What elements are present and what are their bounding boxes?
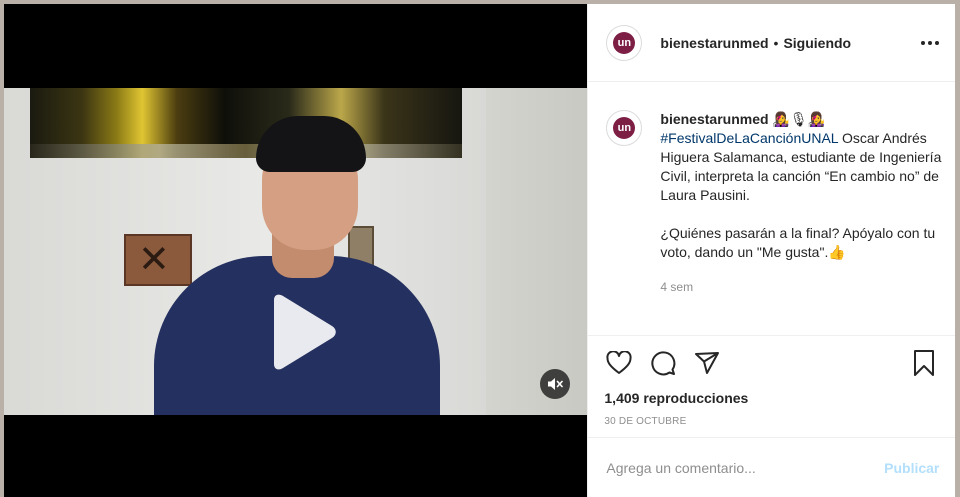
caption-emojis: 👩‍🎤🎙👩‍🎤 xyxy=(772,111,826,127)
action-icons xyxy=(604,348,939,378)
instagram-post: un bienestarunmed • Siguiendo un bienest… xyxy=(4,4,956,497)
comment-icon[interactable] xyxy=(648,348,678,378)
paper-plane-icon[interactable] xyxy=(692,348,722,378)
comment-bar: Publicar xyxy=(588,437,956,497)
views-count[interactable]: 1,409 reproducciones xyxy=(604,390,939,406)
header-separator: • xyxy=(773,34,779,51)
thumbs-up-emoji: 👍 xyxy=(828,244,846,260)
caption: un bienestarunmed 👩‍🎤🎙👩‍🎤 #FestivalDeLaC… xyxy=(606,110,946,297)
video-player[interactable] xyxy=(4,88,588,415)
avatar-logo: un xyxy=(613,31,636,54)
caption-hashtag[interactable]: #FestivalDeLaCanciónUNAL xyxy=(660,130,838,146)
comment-input[interactable] xyxy=(606,459,885,476)
play-icon[interactable] xyxy=(266,294,338,370)
post-actions: 1,409 reproducciones 30 DE OCTUBRE xyxy=(588,335,956,427)
heart-icon[interactable] xyxy=(604,348,634,378)
caption-avatar[interactable]: un xyxy=(606,110,643,146)
follow-status-button[interactable]: Siguiendo xyxy=(783,35,851,51)
publish-button[interactable]: Publicar xyxy=(884,460,939,476)
post-side-panel: un bienestarunmed • Siguiendo un bienest… xyxy=(587,4,956,497)
caption-text: bienestarunmed 👩‍🎤🎙👩‍🎤 #FestivalDeLaCanc… xyxy=(660,110,946,297)
caption-question: ¿Quiénes pasarán a la final? Apóyalo con… xyxy=(660,225,936,260)
post-header: un bienestarunmed • Siguiendo xyxy=(588,4,955,82)
video-painting xyxy=(30,88,462,158)
speaker-muted-icon[interactable] xyxy=(540,369,570,399)
caption-avatar-logo: un xyxy=(613,117,636,139)
video-area xyxy=(4,4,588,497)
more-horizontal-icon[interactable] xyxy=(921,40,939,45)
bookmark-icon[interactable] xyxy=(909,348,939,378)
video-wall-board xyxy=(124,234,192,286)
header-username[interactable]: bienestarunmed xyxy=(660,35,768,51)
video-door xyxy=(486,88,588,415)
avatar[interactable]: un xyxy=(606,24,643,61)
caption-username[interactable]: bienestarunmed xyxy=(660,111,768,127)
post-time-ago[interactable]: 4 sem xyxy=(660,278,946,297)
video-person-hair xyxy=(256,116,366,172)
post-date[interactable]: 30 DE OCTUBRE xyxy=(604,416,939,427)
